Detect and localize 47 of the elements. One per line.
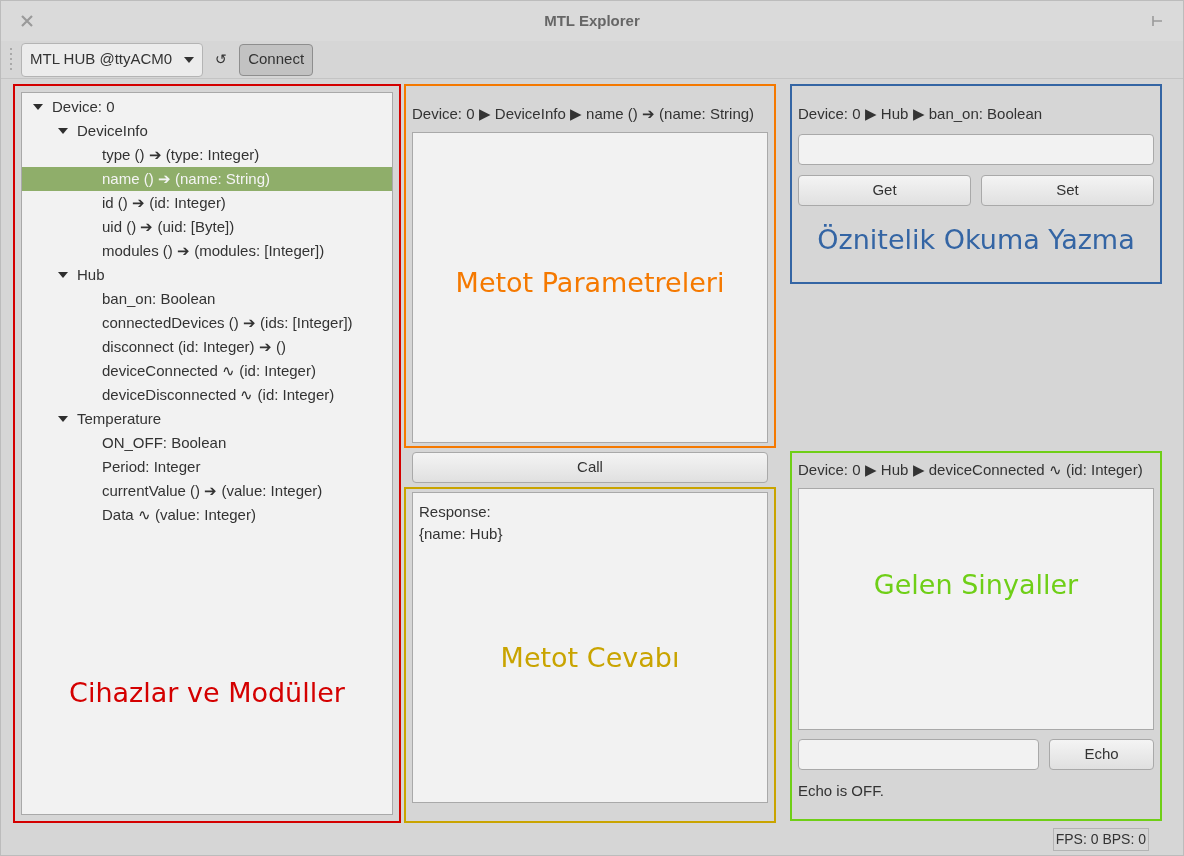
tree-item[interactable]: id () ➔ (id: Integer)	[22, 191, 392, 215]
tree-item[interactable]: Data ∿ (value: Integer)	[22, 503, 392, 527]
echo-button[interactable]: Echo	[1049, 738, 1154, 770]
expanded-arrow-icon[interactable]	[57, 415, 69, 423]
tree-item[interactable]: ban_on: Boolean	[22, 287, 392, 311]
close-icon[interactable]	[21, 15, 33, 27]
connect-button[interactable]: Connect	[239, 43, 314, 76]
tree-item[interactable]: Period: Integer	[22, 455, 392, 479]
attribute-button[interactable]: Get	[798, 174, 971, 206]
annotation-label: Metot Parametreleri	[455, 266, 725, 300]
tree-item[interactable]: modules () ➔ (modules: [Integer])	[22, 239, 392, 263]
response-line: {name: Hub}	[419, 524, 504, 544]
tree-item[interactable]: connectedDevices () ➔ (ids: [Integer])	[22, 311, 392, 335]
tree-item[interactable]: ON_OFF: Boolean	[22, 431, 392, 455]
attribute-path: Device: 0 ▶ Hub ▶ ban_on: Boolean	[798, 104, 1044, 124]
device-select[interactable]: MTL HUB @ttyACM0	[21, 42, 204, 77]
expanded-arrow-icon[interactable]	[57, 127, 69, 135]
echo-status: Echo is OFF.	[798, 780, 885, 801]
tree-item[interactable]: DeviceInfo	[22, 119, 392, 143]
refresh-button[interactable]: ↺	[211, 49, 232, 70]
method-path: Device: 0 ▶ DeviceInfo ▶ name () ➔ (name: String)	[412, 104, 756, 124]
tree-item[interactable]: type () ➔ (type: Integer)	[22, 143, 392, 167]
pin-icon[interactable]	[1151, 15, 1163, 27]
response-line: Response:	[419, 502, 492, 522]
annotation-label: Cihazlar ve Modüller	[69, 676, 345, 710]
annotation-label: Gelen Sinyaller	[873, 568, 1079, 603]
tree-item[interactable]: disconnect (id: Integer) ➔ ()	[22, 335, 392, 359]
tree-item[interactable]: deviceConnected ∿ (id: Integer)	[22, 359, 392, 383]
status-stats: FPS: 0 BPS: 0	[1052, 827, 1149, 851]
attribute-field[interactable]	[798, 133, 1154, 165]
attribute-button[interactable]: Set	[981, 174, 1154, 206]
caret-icon	[184, 56, 195, 63]
grip-icon[interactable]	[9, 46, 13, 73]
tree-item[interactable]: Temperature	[22, 407, 392, 431]
call-button[interactable]: Call	[412, 452, 768, 483]
expanded-arrow-icon[interactable]	[57, 271, 69, 279]
expanded-arrow-icon[interactable]	[32, 103, 44, 111]
tree-item[interactable]: Device: 0	[22, 95, 392, 119]
annotation-label: Öznitelik Okuma Yazma	[817, 222, 1135, 257]
echo-field[interactable]	[798, 738, 1039, 770]
signal-path: Device: 0 ▶ Hub ▶ deviceConnected ∿ (id: Integer)	[798, 460, 1144, 480]
tree-item[interactable]: Hub	[22, 263, 392, 287]
tree-item[interactable]: currentValue () ➔ (value: Integer)	[22, 479, 392, 503]
annotation-label: Metot Cevabı	[500, 641, 680, 675]
window-title: MTL Explorer	[543, 10, 641, 31]
tree-item[interactable]: deviceDisconnected ∿ (id: Integer)	[22, 383, 392, 407]
tree-item[interactable]: uid () ➔ (uid: [Byte])	[22, 215, 392, 239]
